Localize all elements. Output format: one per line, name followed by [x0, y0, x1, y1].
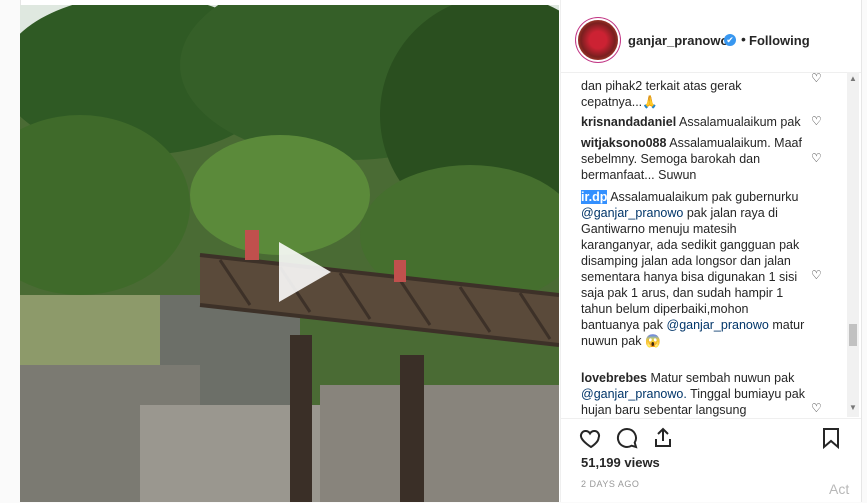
scrollbar-thumb[interactable]	[849, 324, 857, 346]
heart-outline-icon[interactable]: ♡	[811, 402, 823, 414]
comment-text: Matur sembah nuwun pak	[650, 371, 795, 385]
mention-link[interactable]: @ganjar_pranowo	[581, 206, 683, 220]
heart-outline-icon[interactable]: ♡	[811, 72, 823, 84]
comment-username[interactable]: krisnandadaniel	[581, 115, 676, 129]
heart-outline-icon[interactable]: ♡	[811, 115, 823, 127]
emoji: 😱	[644, 334, 661, 348]
heart-icon[interactable]	[579, 426, 603, 450]
views-count[interactable]: 51,199 views	[581, 455, 660, 470]
heart-outline-icon[interactable]: ♡	[811, 152, 823, 164]
username-link[interactable]: ganjar_pranowo	[628, 33, 728, 48]
post-date[interactable]: 2 DAYS AGO	[581, 479, 639, 489]
comment-text: pak jalan raya di Gantiwarno menuju mate…	[581, 206, 800, 332]
separator-dot: •	[741, 31, 746, 47]
comments-list[interactable]: dan pihak2 terkait atas gerak cepatnya..…	[561, 72, 861, 417]
share-icon[interactable]	[651, 426, 675, 450]
comment-icon[interactable]	[615, 426, 639, 450]
video-player[interactable]	[20, 5, 559, 502]
activate-windows-watermark: Act	[829, 481, 850, 497]
mention-link[interactable]: @ganjar_pranowo.	[581, 387, 687, 401]
comment-text: dan pihak2 terkait atas gerak cepatnya..…	[581, 79, 742, 109]
post-actions: 51,199 views 2 DAYS AGO Act	[561, 418, 861, 503]
comment-text: Assalamualaikum pak gubernurku	[610, 190, 799, 204]
post-header: ganjar_pranowo ✔ • Following	[561, 0, 861, 73]
list-item: witjaksono088 Assalamualaikum. Maaf sebe…	[581, 135, 806, 183]
comment-username[interactable]: witjaksono088	[581, 136, 666, 150]
list-item: lovebrebes Matur sembah nuwun pak @ganja…	[581, 370, 806, 417]
following-button[interactable]: Following	[749, 33, 810, 48]
list-item: ir.dp Assalamualaikum pak gubernurku @ga…	[581, 189, 806, 349]
list-item: dan pihak2 terkait atas gerak cepatnya..…	[581, 78, 806, 110]
post-sidebar: ganjar_pranowo ✔ • Following dan pihak2 …	[560, 0, 861, 502]
comment-username[interactable]: lovebrebes	[581, 371, 647, 385]
comment-username[interactable]: ir.dp	[581, 190, 608, 204]
bookmark-icon[interactable]	[819, 426, 843, 450]
heart-outline-icon[interactable]: ♡	[811, 269, 823, 281]
mention-link[interactable]: @ganjar_pranowo	[667, 318, 769, 332]
play-icon[interactable]	[279, 242, 331, 302]
scrollbar[interactable]: ▲ ▼	[847, 72, 859, 417]
scroll-up-icon[interactable]: ▲	[849, 74, 857, 83]
avatar[interactable]	[578, 20, 618, 60]
comment-text: Assalamualaikum pak	[678, 115, 801, 129]
list-item: krisnandadaniel Assalamualaikum pak	[581, 114, 806, 130]
scroll-down-icon[interactable]: ▼	[849, 403, 857, 412]
verified-badge-icon: ✔	[724, 34, 736, 46]
